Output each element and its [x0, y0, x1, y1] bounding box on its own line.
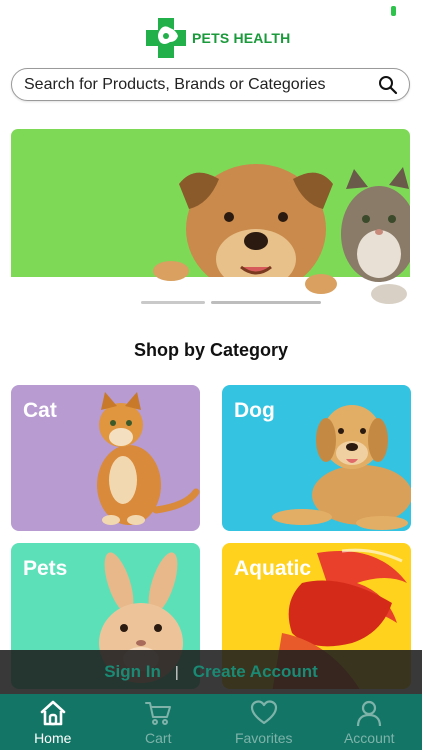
cart-icon[interactable]	[143, 698, 173, 728]
tab-cart[interactable]: Cart	[106, 694, 212, 750]
search-bar[interactable]	[11, 68, 410, 101]
carousel-dot-active[interactable]	[211, 301, 321, 304]
create-account-link[interactable]: Create Account	[193, 662, 318, 682]
heart-icon[interactable]	[249, 698, 279, 728]
tab-label: Account	[343, 730, 395, 746]
category-label: Aquatic	[234, 557, 312, 580]
tab-label: Home	[34, 730, 72, 746]
category-tile-cat[interactable]: Cat	[11, 385, 200, 531]
tab-home[interactable]: Home	[0, 694, 106, 750]
logo-cross-icon	[144, 16, 188, 60]
tab-account[interactable]: Account	[317, 694, 422, 750]
dog-and-cat-illustration	[153, 164, 410, 316]
promo-banner[interactable]	[11, 129, 410, 316]
search-input[interactable]	[24, 75, 377, 94]
carousel-dot[interactable]	[141, 301, 205, 304]
tab-label: Favorites	[234, 730, 293, 746]
category-tile-dog[interactable]: Dog	[222, 385, 411, 531]
category-label: Pets	[23, 557, 68, 580]
carousel-indicator[interactable]	[141, 301, 321, 304]
person-icon[interactable]	[354, 698, 384, 728]
category-label: Cat	[23, 399, 57, 422]
section-title: Shop by Category	[133, 340, 289, 360]
bottom-tab-bar: Home Cart Favorites Account	[0, 694, 422, 750]
logo-text: PETS HEALTH	[192, 30, 291, 46]
category-label: Dog	[234, 399, 275, 422]
battery-indicator	[391, 6, 396, 16]
search-icon[interactable]	[377, 74, 399, 96]
app-logo: PETS HEALTH	[144, 16, 290, 60]
tab-favorites[interactable]: Favorites	[211, 694, 317, 750]
tab-label: Cart	[145, 730, 172, 746]
auth-separator: |	[174, 663, 179, 681]
sign-in-link[interactable]: Sign In	[104, 662, 161, 682]
home-icon[interactable]	[38, 698, 68, 728]
auth-bar: Sign In | Create Account	[0, 650, 422, 694]
